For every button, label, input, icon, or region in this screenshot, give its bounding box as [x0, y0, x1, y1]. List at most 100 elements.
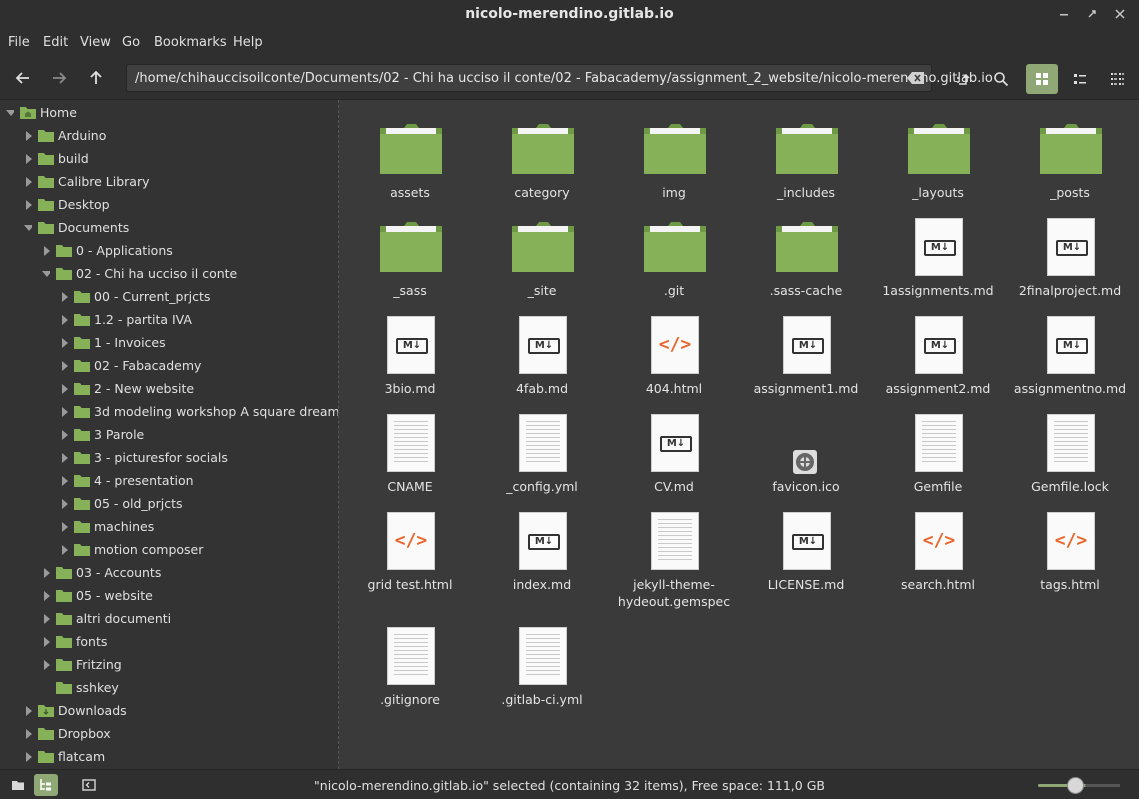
maximize-button[interactable]	[1084, 6, 1100, 22]
folder-item[interactable]: _posts	[1004, 114, 1136, 201]
up-button[interactable]	[85, 67, 107, 89]
forward-button[interactable]	[48, 67, 70, 89]
sidebar-item[interactable]: Desktop	[0, 194, 338, 216]
expander-right-icon[interactable]	[60, 545, 68, 555]
folder-item[interactable]: _includes	[740, 114, 872, 201]
folder-item[interactable]: img	[608, 114, 740, 201]
sidebar-item[interactable]: 3 - picturesfor socials	[0, 447, 338, 469]
sidebar-item[interactable]: Calibre Library	[0, 171, 338, 193]
expander-right-icon[interactable]	[60, 292, 68, 302]
sidebar-item[interactable]: build	[0, 148, 338, 170]
file-item[interactable]: favicon.ico	[740, 408, 872, 495]
sidebar-item[interactable]: Documents	[0, 217, 338, 239]
expander-right-icon[interactable]	[24, 200, 32, 210]
menu-file[interactable]: File	[8, 35, 30, 50]
sidebar-item[interactable]: 1.2 - partita IVA	[0, 309, 338, 331]
sidebar-item[interactable]: 05 - website	[0, 585, 338, 607]
folder-item[interactable]: .git	[608, 212, 740, 299]
sidebar-item[interactable]: motion composer	[0, 539, 338, 561]
expander-down-icon[interactable]	[42, 269, 50, 279]
expander-down-icon[interactable]	[24, 223, 32, 233]
compact-view-button[interactable]	[1101, 64, 1133, 94]
sidebar-item[interactable]: 03 - Accounts	[0, 562, 338, 584]
expander-right-icon[interactable]	[60, 499, 68, 509]
file-item[interactable]: M↓ 4fab.md	[476, 310, 608, 397]
file-item[interactable]: M↓ index.md	[476, 506, 608, 593]
sidebar-item[interactable]: 2 - New website	[0, 378, 338, 400]
toggle-location-button[interactable]	[948, 64, 980, 94]
file-item[interactable]: jekyll-theme-hydeout.gemspec	[608, 506, 740, 610]
expander-right-icon[interactable]	[24, 177, 32, 187]
zoom-slider-rest[interactable]	[1085, 784, 1120, 787]
sidebar-item[interactable]: 05 - old_prjcts	[0, 493, 338, 515]
sidebar-item[interactable]: 0 - Applications	[0, 240, 338, 262]
expander-right-icon[interactable]	[60, 453, 68, 463]
file-item[interactable]: _config.yml	[476, 408, 608, 495]
file-item[interactable]: </> search.html	[872, 506, 1004, 593]
expander-right-icon[interactable]	[24, 729, 32, 739]
back-button[interactable]	[12, 67, 34, 89]
zoom-slider-handle[interactable]	[1066, 777, 1084, 794]
file-item[interactable]: CNAME	[344, 408, 476, 495]
icon-view-button[interactable]	[1026, 64, 1058, 94]
sidebar-item[interactable]: sshkey	[0, 677, 338, 699]
close-button[interactable]	[1112, 6, 1128, 22]
sidebar-tree[interactable]: Home Arduino build Calibre Library Desktop Do…	[0, 100, 339, 769]
folder-item[interactable]: _layouts	[872, 114, 1004, 201]
sidebar-item[interactable]: altri documenti	[0, 608, 338, 630]
minimize-button[interactable]	[1056, 6, 1072, 22]
sidebar-item[interactable]: 00 - Current_prjcts	[0, 286, 338, 308]
expander-right-icon[interactable]	[42, 568, 50, 578]
folder-item[interactable]: category	[476, 114, 608, 201]
file-item[interactable]: M↓ 3bio.md	[344, 310, 476, 397]
file-item[interactable]: </> grid test.html	[344, 506, 476, 593]
expander-right-icon[interactable]	[42, 660, 50, 670]
file-item[interactable]: M↓ 2finalproject.md	[1004, 212, 1136, 299]
expander-down-icon[interactable]	[6, 108, 14, 118]
menu-edit[interactable]: Edit	[43, 35, 68, 50]
sidebar-item[interactable]: Dropbox	[0, 723, 338, 745]
sidebar-item[interactable]: machines	[0, 516, 338, 538]
folder-item[interactable]: .sass-cache	[740, 212, 872, 299]
sidebar-item[interactable]: 02 - Chi ha ucciso il conte	[0, 263, 338, 285]
file-item[interactable]: </> 404.html	[608, 310, 740, 397]
file-item[interactable]: .gitlab-ci.yml	[476, 621, 608, 708]
sidebar-item[interactable]: 02 - Fabacademy	[0, 355, 338, 377]
menu-bookmarks[interactable]: Bookmarks	[154, 35, 227, 50]
sidebar-item[interactable]: 3 Parole	[0, 424, 338, 446]
file-item[interactable]: M↓ assignment1.md	[740, 310, 872, 397]
expander-right-icon[interactable]	[60, 522, 68, 532]
sidebar-item[interactable]: Fritzing	[0, 654, 338, 676]
expander-right-icon[interactable]	[24, 752, 32, 762]
sidebar-item[interactable]: 4 - presentation	[0, 470, 338, 492]
expander-right-icon[interactable]	[60, 430, 68, 440]
expander-right-icon[interactable]	[60, 361, 68, 371]
expander-right-icon[interactable]	[24, 154, 32, 164]
sidebar-item[interactable]: 1 - Invoices	[0, 332, 338, 354]
expander-right-icon[interactable]	[60, 476, 68, 486]
menu-help[interactable]: Help	[233, 35, 263, 50]
expander-right-icon[interactable]	[60, 315, 68, 325]
expander-right-icon[interactable]	[60, 407, 68, 417]
sidebar-item[interactable]: Downloads	[0, 700, 338, 722]
sidebar-item[interactable]: Home	[0, 102, 338, 124]
expander-right-icon[interactable]	[60, 384, 68, 394]
file-item[interactable]: Gemfile	[872, 408, 1004, 495]
sidebar-item[interactable]: Arduino	[0, 125, 338, 147]
file-item[interactable]: </> tags.html	[1004, 506, 1136, 593]
expander-right-icon[interactable]	[42, 614, 50, 624]
file-grid[interactable]: assets category img _includes _layouts _posts…	[340, 100, 1139, 769]
sidebar-item[interactable]: 3d modeling workshop A square dreams Asp	[0, 401, 338, 423]
expander-right-icon[interactable]	[42, 637, 50, 647]
file-item[interactable]: M↓ LICENSE.md	[740, 506, 872, 593]
list-view-button[interactable]	[1064, 64, 1096, 94]
menu-go[interactable]: Go	[122, 35, 140, 50]
file-item[interactable]: .gitignore	[344, 621, 476, 708]
location-path[interactable]: /home/chihauccisoilconte/Documents/02 - …	[135, 71, 993, 86]
folder-item[interactable]: _site	[476, 212, 608, 299]
file-item[interactable]: Gemfile.lock	[1004, 408, 1136, 495]
expander-right-icon[interactable]	[42, 591, 50, 601]
expander-right-icon[interactable]	[24, 706, 32, 716]
clear-location-button[interactable]	[907, 70, 925, 86]
folder-item[interactable]: _sass	[344, 212, 476, 299]
